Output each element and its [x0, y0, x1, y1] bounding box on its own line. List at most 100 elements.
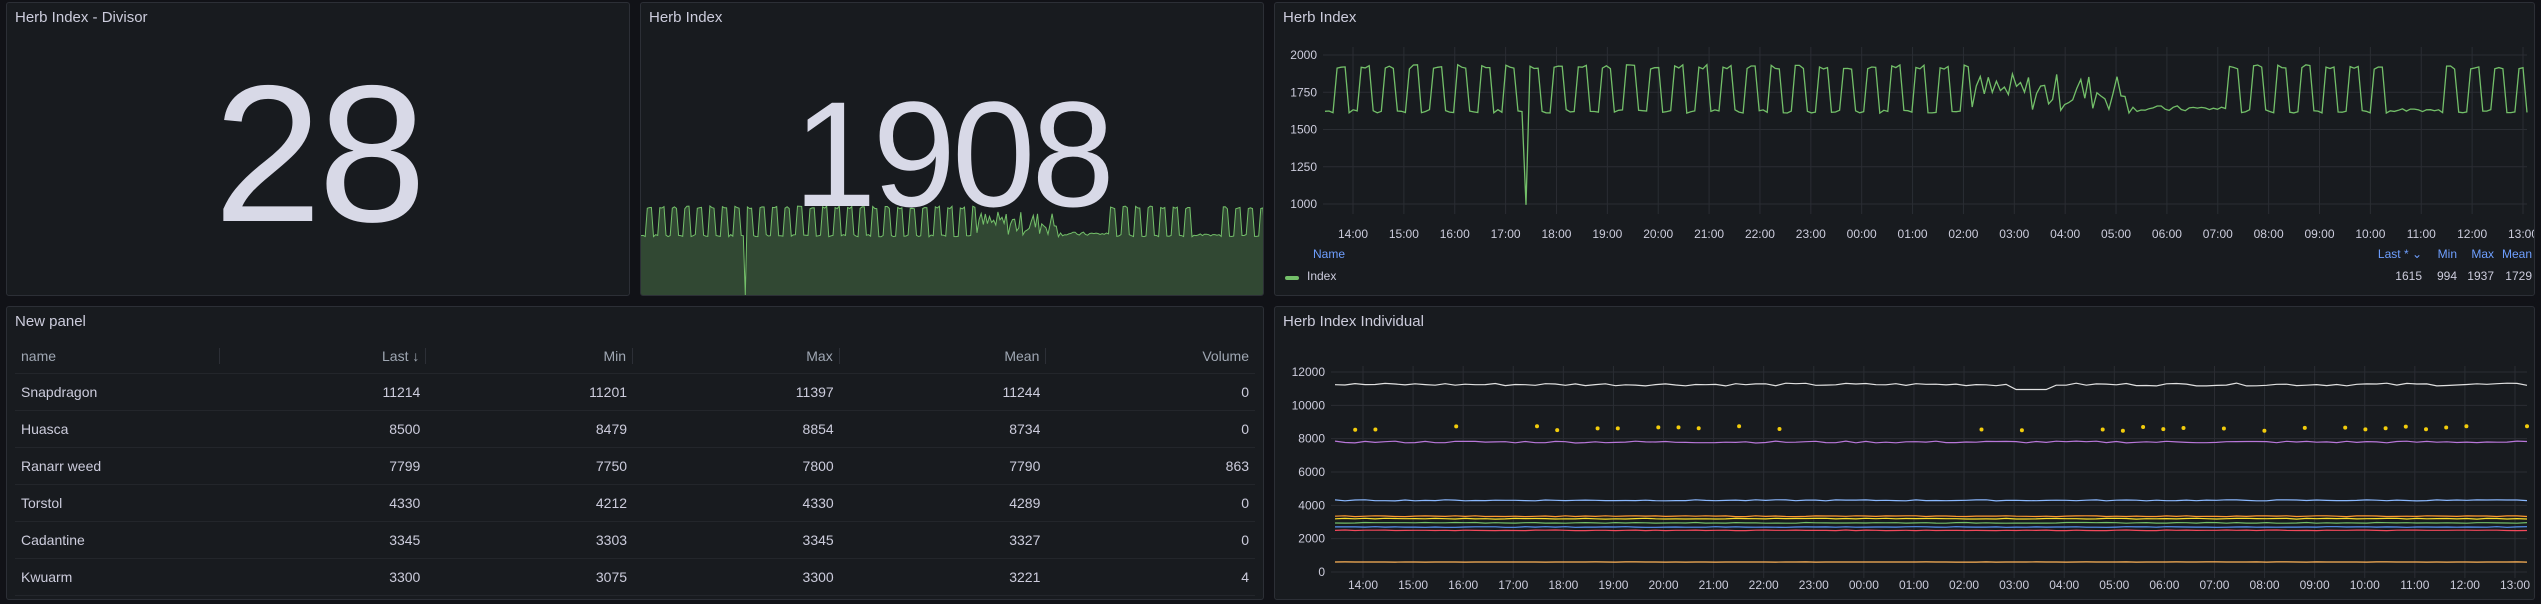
divisor-panel[interactable]: Herb Index - Divisor 28: [6, 2, 630, 296]
column-header-mean[interactable]: Mean: [840, 348, 1047, 364]
table-row: Cadantine 3345 3303 3345 3327 0: [15, 522, 1255, 559]
series-point: [2343, 425, 2348, 430]
series-point: [2403, 424, 2408, 429]
cell-name: Snapdragon: [21, 384, 98, 400]
legend-header-mean[interactable]: Mean: [2502, 247, 2532, 261]
x-tick-label: 22:00: [1749, 578, 1779, 592]
y-tick-label: 12000: [1292, 365, 1326, 379]
cell-min: 3075: [595, 569, 628, 585]
cell-mean: 4289: [1009, 495, 1041, 511]
series-point: [1979, 427, 1984, 432]
legend-header: Name Last * ⌄ Min Max Mean: [1275, 247, 2534, 265]
x-tick-label: 23:00: [1799, 578, 1829, 592]
legend-min: 994: [2436, 269, 2457, 283]
x-tick-label: 14:00: [1338, 227, 1368, 241]
x-tick-label: 18:00: [1541, 227, 1571, 241]
x-tick-label: 11:00: [2400, 578, 2429, 592]
column-header-last[interactable]: Last ↓: [220, 348, 427, 364]
series-line: [1334, 440, 2528, 444]
x-tick-label: 05:00: [2101, 227, 2131, 241]
series-point: [2120, 428, 2125, 433]
x-tick-label: 07:00: [2203, 227, 2233, 241]
x-tick-label: 11:00: [2407, 227, 2436, 241]
x-tick-label: 12:00: [2457, 227, 2487, 241]
legend-mean: 1729: [2505, 269, 2532, 283]
chart-legend: Name Last * ⌄ Min Max Mean Index 1615 99…: [1275, 243, 2534, 291]
legend-header-min[interactable]: Min: [2438, 247, 2457, 261]
cell-max: 4330: [802, 495, 834, 511]
x-tick-label: 12:00: [2450, 578, 2480, 592]
x-tick-label: 23:00: [1796, 227, 1826, 241]
cell-min: 4212: [595, 495, 628, 511]
x-tick-label: 16:00: [1440, 227, 1470, 241]
cell-mean: 3221: [1009, 569, 1041, 585]
series-point: [2181, 426, 2186, 430]
column-header-name[interactable]: name: [15, 348, 220, 364]
y-tick-label: 1750: [1290, 85, 1317, 99]
series-point: [2262, 428, 2267, 433]
cell-last: 7799: [389, 458, 421, 474]
new-panel-table[interactable]: New panel name Last ↓ Min Max Mean Volum…: [6, 306, 1264, 600]
x-tick-label: 03:00: [1999, 227, 2029, 241]
cell-volume: 0: [1241, 495, 1250, 511]
series-point: [2161, 427, 2166, 432]
series-line: [1335, 526, 2528, 528]
x-tick-label: 20:00: [1649, 578, 1679, 592]
cell-last: 8500: [389, 421, 421, 437]
y-tick-label: 1500: [1290, 123, 1317, 137]
y-tick-label: 8000: [1298, 432, 1325, 446]
x-tick-label: 09:00: [2300, 578, 2330, 592]
legend-header-last[interactable]: Last * ⌄: [2378, 247, 2422, 261]
legend-header-name[interactable]: Name: [1313, 247, 1345, 261]
herb-index-timeseries-panel[interactable]: Herb Index 2000 1750 1500 1250 1000 14:00 15:0…: [1274, 2, 2535, 296]
cell-volume: 0: [1241, 384, 1250, 400]
cell-max: 3345: [802, 532, 834, 548]
x-tick-label: 02:00: [1948, 227, 1978, 241]
y-tick-label: 1250: [1290, 160, 1317, 174]
series-point: [1676, 425, 1681, 430]
series-point: [2100, 427, 2105, 432]
y-tick-label: 10000: [1292, 398, 1326, 412]
series-line: [1334, 499, 2528, 502]
legend-last: 1615: [2395, 269, 2422, 283]
herb-index-stat-panel[interactable]: Herb Index 1908: [640, 2, 1264, 296]
x-tick-label: 08:00: [2254, 227, 2284, 241]
x-tick-label: 04:00: [2050, 227, 2080, 241]
series-point: [2221, 426, 2226, 431]
column-header-volume[interactable]: Volume: [1046, 348, 1255, 364]
cell-mean: 3327: [1009, 532, 1041, 548]
x-tick-label: 10:00: [2355, 227, 2385, 241]
cell-min: 8479: [595, 421, 628, 437]
x-tick-label: 05:00: [2099, 578, 2129, 592]
x-tick-label: 08:00: [2250, 578, 2280, 592]
cell-last: 4330: [389, 495, 421, 511]
legend-row[interactable]: Index 1615 994 1937 1729: [1275, 269, 2534, 287]
table-row: Torstol 4330 4212 4330 4289 0: [15, 485, 1255, 522]
x-tick-label: 09:00: [2305, 227, 2335, 241]
x-tick-label: 02:00: [1949, 578, 1979, 592]
series-line: [1334, 515, 2528, 518]
cell-min: 3303: [595, 532, 628, 548]
herb-index-individual-panel[interactable]: Herb Index Individual 12000 10000 8000 6000…: [1274, 306, 2535, 600]
x-tick-label: 04:00: [2049, 578, 2079, 592]
legend-header-max[interactable]: Max: [2471, 247, 2494, 261]
series-line: [1334, 517, 2528, 520]
series-point: [1555, 428, 1560, 433]
series-point: [2019, 428, 2024, 433]
cell-last: 3300: [389, 569, 421, 585]
x-tick-label: 16:00: [1448, 578, 1478, 592]
x-tick-label: 01:00: [1899, 578, 1929, 592]
series-point: [2363, 427, 2368, 432]
series-point: [2302, 425, 2307, 430]
cell-mean: 11244: [1002, 384, 1041, 400]
x-tick-label: 19:00: [1592, 227, 1622, 241]
column-header-max[interactable]: Max: [633, 348, 840, 364]
series-line: [1334, 521, 2528, 524]
cell-name: Huasca: [21, 421, 69, 437]
series-point: [1737, 424, 1742, 429]
cell-min: 11201: [589, 384, 628, 400]
x-tick-label: 15:00: [1398, 578, 1428, 592]
x-tick-label: 21:00: [1699, 578, 1729, 592]
column-header-min[interactable]: Min: [426, 348, 634, 364]
series-line: [1334, 529, 2528, 532]
